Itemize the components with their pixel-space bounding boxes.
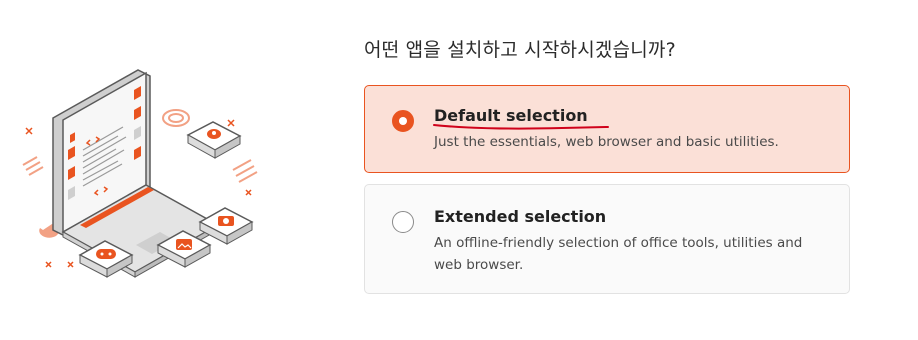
default-selection-option[interactable]: Default selection Just the essentials, w…: [364, 85, 850, 173]
extended-selection-radio[interactable]: [392, 211, 414, 233]
laptop-apps-illustration: [22, 69, 258, 278]
default-selection-title: Default selection: [434, 106, 588, 125]
default-selection-description: Just the essentials, web browser and bas…: [434, 134, 779, 150]
target-icon: [162, 109, 190, 127]
map-pin-app-tile: [186, 121, 242, 159]
app-selection-page: 어떤 앱을 설치하고 시작하시겠습니까? Default selection J…: [0, 0, 918, 340]
camera-app-tile: [198, 207, 254, 245]
page-question: 어떤 앱을 설치하고 시작하시겠습니까?: [364, 39, 676, 61]
extended-selection-title: Extended selection: [434, 207, 607, 226]
extended-selection-description: An offline-friendly selection of office …: [434, 235, 803, 273]
extended-selection-option[interactable]: Extended selection An offline-friendly s…: [364, 184, 850, 294]
default-selection-radio[interactable]: [392, 110, 414, 132]
